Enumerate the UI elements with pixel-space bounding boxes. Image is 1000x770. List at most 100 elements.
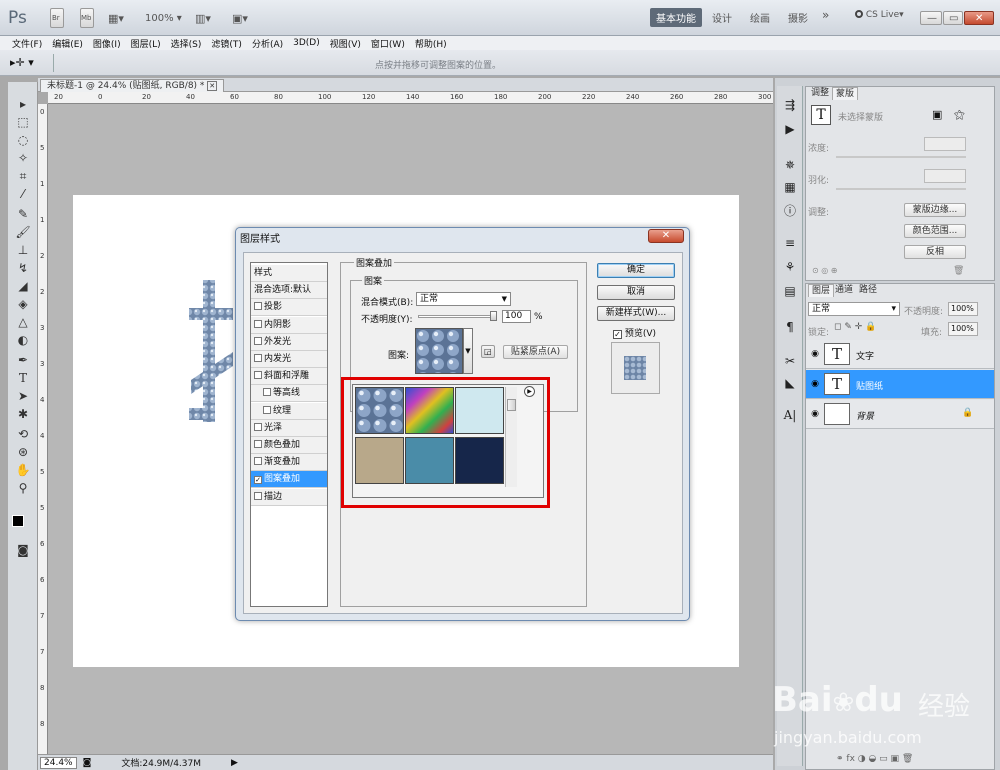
3d-panel-icon[interactable]: ✂ [781,354,799,370]
style-item[interactable]: 纹理 [251,402,327,420]
color-range-button[interactable]: 颜色范围... [904,224,966,238]
menu-edit[interactable]: 编辑(E) [52,37,83,50]
path-select-tool-icon[interactable]: ➤ [12,388,34,404]
menu-analysis[interactable]: 分析(A) [252,37,283,50]
style-checkbox[interactable] [254,302,262,311]
style-item[interactable]: 内阴影 [251,316,327,334]
foreground-color-swatch[interactable] [12,515,24,527]
style-checkbox[interactable] [254,354,262,362]
zoom-tool-icon[interactable]: ⚲ [12,480,34,496]
info-panel-icon[interactable]: ⓘ [781,202,799,218]
style-item[interactable]: 投影 [251,299,327,317]
crop-tool-icon[interactable]: ⌗ [12,168,34,184]
style-item[interactable]: 渐变叠加 [251,454,327,472]
style-item[interactable]: 斜面和浮雕 [251,368,327,386]
tool-presets-panel-icon[interactable]: ▤ [781,284,799,300]
opacity-slider[interactable] [418,315,496,318]
bridge-icon[interactable]: Br [50,8,64,28]
eraser-tool-icon[interactable]: ◢ [12,278,34,294]
layer-opacity-input[interactable]: 100% [948,302,978,316]
document-tab[interactable]: 未标题-1 @ 24.4% (贴图纸, RGB/8) * ✕ [40,79,225,92]
style-checkbox[interactable] [254,371,262,380]
layer-blend-select[interactable]: 正常 ▾ [808,302,900,316]
eye-icon[interactable]: ◉ [809,349,821,359]
brush-panel-icon[interactable]: ≡ [781,236,799,252]
style-checkbox[interactable] [263,405,271,414]
move-tool-icon[interactable]: ▸ [12,96,34,112]
history-brush-tool-icon[interactable]: ↯ [12,260,34,276]
cslive-menu[interactable]: CS Live▾ [855,10,904,20]
blend-mode-select[interactable]: 正常 ▼ [416,292,511,306]
feather-slider[interactable] [836,188,966,190]
shape-tool-icon[interactable]: ✱ [12,406,34,422]
pattern-preview-thumbnail[interactable] [415,328,463,374]
menu-filter[interactable]: 滤镜(T) [211,37,242,50]
new-style-button[interactable]: 新建样式(W)... [597,306,675,321]
layer-row-pattern[interactable]: ◉ T 贴图纸 [806,370,994,399]
feather-input[interactable] [924,169,966,183]
arrange-docs-icon[interactable]: ▥▾ [195,8,211,28]
style-item[interactable]: 外发光 [251,333,327,351]
style-item[interactable]: 样式 [251,265,327,282]
marquee-tool-icon[interactable]: ⬚ [12,114,34,130]
lasso-tool-icon[interactable]: ◌ [12,132,34,148]
opacity-input[interactable]: 100 [502,310,531,323]
style-item[interactable]: 颜色叠加 [251,437,327,454]
tab-adjustments[interactable]: 调整 [808,87,832,100]
dialog-close-button[interactable]: ✕ [648,229,684,243]
actions-panel-icon[interactable]: ▶ [781,122,799,138]
tab-layers[interactable]: 图层 [808,284,835,297]
style-item[interactable]: 混合选项:默认 [251,282,327,300]
style-checkbox[interactable] [254,422,262,431]
lock-icons[interactable]: ◻ ✎ ✛ 🔒 [834,322,876,332]
menu-select[interactable]: 选择(S) [171,37,202,50]
layer-row-text[interactable]: ◉ T 文字 [806,340,994,369]
style-checkbox[interactable] [254,319,262,328]
cancel-button[interactable]: 取消 [597,285,675,300]
workspace-design[interactable]: 设计 [712,10,732,25]
workspace-essentials[interactable]: 基本功能 [650,8,702,27]
style-item[interactable]: 描边 [251,488,327,506]
menu-file[interactable]: 文件(F) [12,37,42,50]
minibridge-icon[interactable]: Mb [80,8,94,28]
density-slider[interactable] [836,156,966,158]
opacity-slider-handle[interactable] [490,311,497,321]
healing-brush-tool-icon[interactable]: ✎ [12,206,34,222]
swatches-panel-icon[interactable]: ▦ [781,180,799,196]
close-window-button[interactable]: ✕ [964,11,994,25]
pattern-dropdown-arrow[interactable]: ▼ [463,328,473,374]
layer-row-background[interactable]: ◉ 背景 🔒 [806,400,994,429]
workspace-photography[interactable]: 摄影 [788,10,808,25]
mask-delete-icon[interactable]: 🗑 [953,266,964,276]
invert-button[interactable]: 反相 [904,245,966,259]
style-item[interactable]: 光泽 [251,419,327,437]
3d-orbit-tool-icon[interactable]: ⊛ [12,444,34,460]
snap-to-origin-button[interactable]: 贴紧原点(A) [503,345,568,359]
mask-footer-icons[interactable]: ⊙ ◎ ⊕ [812,266,837,275]
view-extras-icon[interactable]: ▦▾ [108,8,124,28]
history-panel-icon[interactable]: ⇶ [781,98,799,114]
status-arrow-icon[interactable]: ▶ [231,758,238,768]
maximize-button[interactable]: ▭ [943,11,963,25]
pixel-mask-icon[interactable]: ▣ [932,108,942,121]
style-checkbox[interactable] [263,388,271,397]
hand-tool-icon[interactable]: ✋ [12,462,34,478]
style-checkbox[interactable] [254,491,262,500]
mask-edge-button[interactable]: 蒙版边缘... [904,203,966,217]
quick-mask-icon[interactable]: ◙ [12,542,34,558]
navigator-panel-icon[interactable]: ◣ [781,376,799,392]
menu-3d[interactable]: 3D(D) [293,38,320,48]
ok-button[interactable]: 确定 [597,263,675,278]
more-workspaces-icon[interactable]: » [822,8,829,22]
style-checkbox[interactable] [254,440,262,448]
new-preset-icon[interactable]: ◲ [481,345,495,358]
vector-mask-icon[interactable]: ⚝ [954,108,965,122]
screen-mode-icon[interactable]: ▣▾ [232,8,248,28]
zoom-level[interactable]: 100% ▾ [145,8,182,28]
tab-masks[interactable]: 蒙版 [832,87,859,100]
fill-input[interactable]: 100% [948,322,978,336]
paint-bucket-tool-icon[interactable]: ◈ [12,296,34,312]
color-panel-icon[interactable]: ✵ [781,158,799,174]
minimize-button[interactable]: — [920,11,942,25]
close-tab-icon[interactable]: ✕ [207,81,218,91]
